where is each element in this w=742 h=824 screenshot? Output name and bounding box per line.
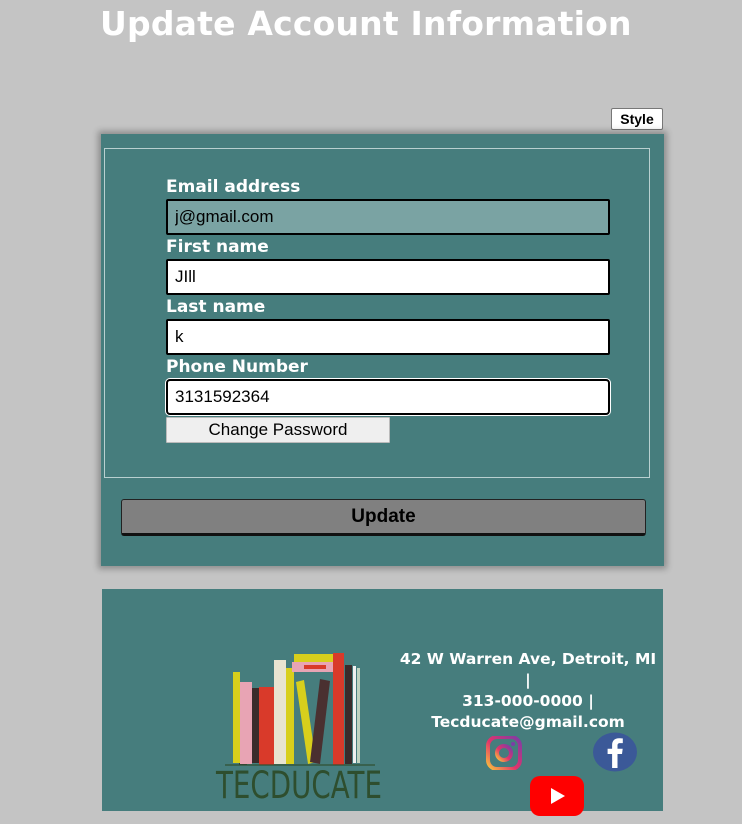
youtube-icon[interactable] bbox=[530, 776, 584, 816]
phone-label: Phone Number bbox=[166, 357, 308, 377]
phone-field[interactable] bbox=[166, 379, 610, 415]
first-name-label: First name bbox=[166, 237, 269, 257]
email-line: Tecducate@gmail.com bbox=[431, 713, 625, 731]
change-password-button[interactable]: Change Password bbox=[166, 417, 390, 443]
style-button[interactable]: Style bbox=[611, 108, 663, 130]
email-field[interactable] bbox=[166, 199, 610, 235]
last-name-field[interactable] bbox=[166, 319, 610, 355]
phone-line: 313-000-0000 | bbox=[462, 692, 594, 710]
tecducate-logo: TECDUCATE bbox=[215, 653, 382, 804]
page-title: Update Account Information bbox=[100, 4, 632, 43]
account-form-card: Email address First name Last name Phone… bbox=[101, 134, 664, 566]
update-button[interactable]: Update bbox=[121, 499, 646, 536]
email-label: Email address bbox=[166, 177, 301, 197]
facebook-icon[interactable] bbox=[592, 732, 638, 772]
logo-text: TECDUCATE bbox=[215, 764, 382, 804]
last-name-label: Last name bbox=[166, 297, 266, 317]
contact-info: 42 W Warren Ave, Detroit, MI | 313-000-0… bbox=[398, 649, 658, 733]
address-line: 42 W Warren Ave, Detroit, MI | bbox=[399, 650, 657, 689]
footer: TECDUCATE 42 W Warren Ave, Detroit, MI |… bbox=[102, 589, 663, 816]
first-name-field[interactable] bbox=[166, 259, 610, 295]
instagram-icon[interactable] bbox=[485, 736, 523, 770]
account-fieldset: Email address First name Last name Phone… bbox=[104, 148, 650, 478]
